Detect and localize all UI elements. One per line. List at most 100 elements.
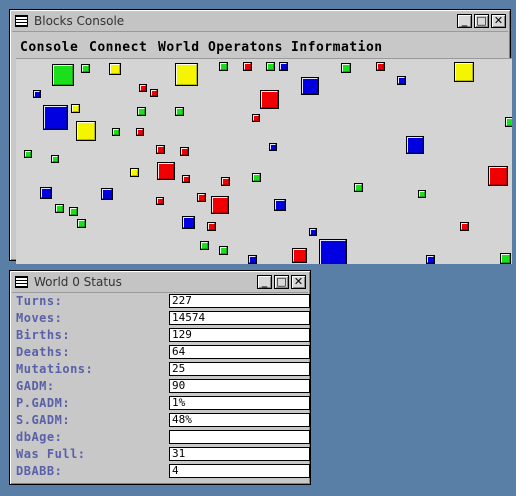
blue-block xyxy=(406,136,424,154)
status-value-field[interactable]: 4 xyxy=(169,464,310,478)
blue-block xyxy=(279,62,288,71)
green-block xyxy=(219,246,228,255)
status-label: DBABB: xyxy=(16,464,63,478)
blue-block xyxy=(301,77,319,95)
world-status-window: World 0 Status _ □ ✕ Turns: 227 Moves: 1… xyxy=(9,270,311,485)
blocks-console-window: Blocks Console _ □ ✕ Console Connect Wor… xyxy=(9,9,512,264)
status-label: Turns: xyxy=(16,294,63,308)
status-row: dbAge: xyxy=(14,429,310,446)
console-menubar: Console Connect World Operatons Informat… xyxy=(16,32,504,59)
green-block xyxy=(219,62,228,71)
blue-block xyxy=(33,90,41,98)
green-block xyxy=(112,128,120,136)
status-value-field[interactable]: 31 xyxy=(169,447,310,461)
red-block xyxy=(243,62,252,71)
red-block xyxy=(488,166,508,186)
status-row: Births: 129 xyxy=(14,327,310,344)
green-block xyxy=(81,64,90,73)
red-block xyxy=(376,62,385,71)
red-block xyxy=(139,84,147,92)
menu-world-operations[interactable]: World Operatons xyxy=(158,40,283,55)
green-block xyxy=(77,219,86,228)
status-label: GADM: xyxy=(16,379,55,393)
yellow-block xyxy=(109,63,121,75)
minimize-button[interactable]: _ xyxy=(257,275,272,289)
status-row: Turns: 227 xyxy=(14,293,310,310)
status-titlebar[interactable]: World 0 Status _ □ ✕ xyxy=(12,273,308,293)
status-value-field[interactable] xyxy=(169,430,310,444)
green-block xyxy=(200,241,209,250)
console-title: Blocks Console xyxy=(34,14,125,28)
status-row: GADM: 90 xyxy=(14,378,310,395)
menu-connect[interactable]: Connect xyxy=(89,40,147,55)
yellow-block xyxy=(175,63,198,86)
status-value-field[interactable]: 64 xyxy=(169,345,310,359)
blue-block xyxy=(40,187,52,199)
red-block xyxy=(211,196,229,214)
green-block xyxy=(52,64,74,86)
green-block xyxy=(137,107,146,116)
blue-block xyxy=(101,188,113,200)
green-block xyxy=(24,150,32,158)
blue-block xyxy=(269,143,277,151)
yellow-block xyxy=(130,168,139,177)
red-block xyxy=(150,89,158,97)
status-row: Was Full: 31 xyxy=(14,446,310,463)
blue-block xyxy=(309,228,317,236)
status-value-field[interactable]: 25 xyxy=(169,362,310,376)
status-value-field[interactable]: 48% xyxy=(169,413,310,427)
blocks-world-canvas[interactable] xyxy=(16,58,512,264)
status-title: World 0 Status xyxy=(34,275,122,289)
red-block xyxy=(260,90,279,109)
status-value-field[interactable]: 90 xyxy=(169,379,310,393)
minimize-button[interactable]: _ xyxy=(457,14,472,28)
green-block xyxy=(505,117,512,127)
yellow-block xyxy=(71,104,80,113)
red-block xyxy=(156,197,164,205)
status-label: S.GADM: xyxy=(16,413,71,427)
green-block xyxy=(354,183,363,192)
red-block xyxy=(156,145,165,154)
status-label: Moves: xyxy=(16,311,63,325)
blue-block xyxy=(43,105,68,130)
status-value-field[interactable]: 14574 xyxy=(169,311,310,325)
status-label: P.GADM: xyxy=(16,396,71,410)
close-button[interactable]: ✕ xyxy=(291,275,306,289)
red-block xyxy=(221,177,230,186)
green-block xyxy=(418,190,426,198)
red-block xyxy=(252,114,260,122)
red-block xyxy=(157,162,175,180)
maximize-button[interactable]: □ xyxy=(474,14,489,28)
status-row: S.GADM: 48% xyxy=(14,412,310,429)
green-block xyxy=(55,204,64,213)
status-value-field[interactable]: 129 xyxy=(169,328,310,342)
blue-block xyxy=(182,216,195,229)
status-row: DBABB: 4 xyxy=(14,463,310,480)
status-row: Moves: 14574 xyxy=(14,310,310,327)
menu-information[interactable]: Information xyxy=(291,40,383,55)
status-table: Turns: 227 Moves: 14574 Births: 129 Deat… xyxy=(14,293,310,480)
status-label: dbAge: xyxy=(16,430,63,444)
blue-block xyxy=(274,199,286,211)
status-label: Births: xyxy=(16,328,71,342)
red-block xyxy=(136,128,144,136)
menu-console[interactable]: Console xyxy=(20,40,78,55)
status-label: Was Full: xyxy=(16,447,86,461)
red-block xyxy=(460,222,469,231)
green-block xyxy=(175,107,184,116)
yellow-block xyxy=(454,62,474,82)
red-block xyxy=(197,193,206,202)
yellow-block xyxy=(76,121,96,141)
green-block xyxy=(252,173,261,182)
green-block xyxy=(341,63,351,73)
blue-block xyxy=(319,239,347,264)
status-value-field[interactable]: 227 xyxy=(169,294,310,308)
red-block xyxy=(182,175,190,183)
console-titlebar[interactable]: Blocks Console _ □ ✕ xyxy=(12,12,508,32)
maximize-button[interactable]: □ xyxy=(274,275,289,289)
window-menu-icon[interactable] xyxy=(15,276,28,288)
window-menu-icon[interactable] xyxy=(15,15,28,27)
status-value-field[interactable]: 1% xyxy=(169,396,310,410)
close-button[interactable]: ✕ xyxy=(491,14,506,28)
green-block xyxy=(51,155,59,163)
